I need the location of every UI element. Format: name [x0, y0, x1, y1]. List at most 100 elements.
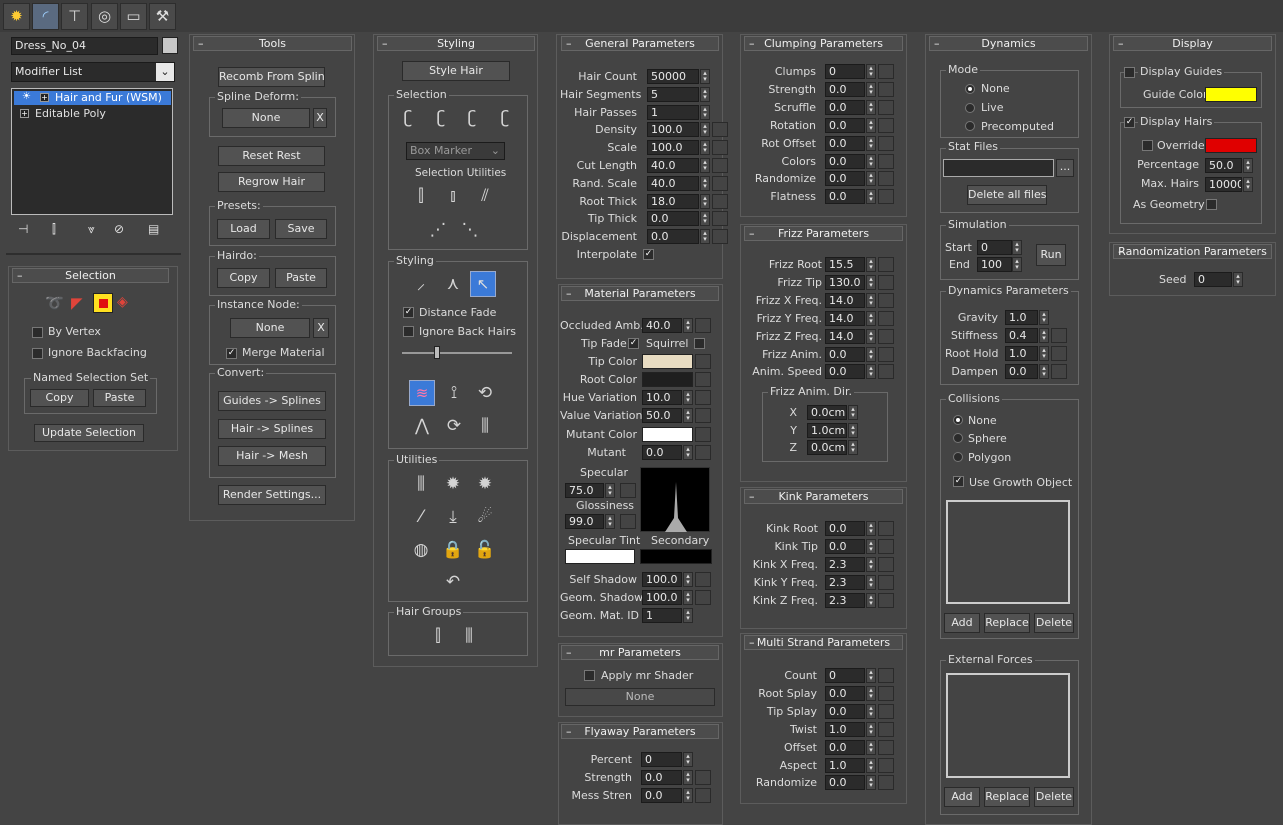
general-param-arrows[interactable]: ▴ ▾	[700, 122, 710, 138]
multi-strand-param-map-button[interactable]	[878, 775, 894, 791]
general-param-arrows[interactable]: ▴ ▾	[700, 104, 710, 120]
clumping-param-spinner[interactable]: 0.0	[825, 99, 865, 115]
dynamics-param-spinner[interactable]: 0.4	[1005, 328, 1038, 343]
squirrel-checkbox[interactable]	[694, 338, 705, 349]
instance-node-clear-button[interactable]: X	[313, 318, 329, 338]
general-param-spinner[interactable]: 0.0	[647, 211, 699, 227]
by-vertex-checkbox[interactable]	[32, 327, 43, 338]
frizz-param-arrows[interactable]: ▴ ▾	[866, 274, 876, 290]
toggle-collisions-icon[interactable]: ⁄	[408, 504, 434, 530]
multi-strand-param-arrows[interactable]: ▴ ▾	[866, 775, 876, 791]
general-param-map-button[interactable]	[712, 175, 728, 191]
clumping-param-spinner[interactable]: 0.0	[825, 153, 865, 169]
general-param-arrows[interactable]: ▴ ▾	[700, 69, 710, 84]
kink-param-arrows[interactable]: ▴ ▾	[866, 539, 876, 554]
frizz-param-spinner[interactable]: 14.0	[825, 310, 865, 326]
frizz-param-map-button[interactable]	[878, 310, 894, 326]
show-end-result-icon[interactable]: ⫿	[52, 222, 56, 237]
apply-mr-shader-checkbox[interactable]	[584, 670, 595, 681]
general-param-spinner[interactable]: 1	[647, 104, 699, 120]
mode-none-radio[interactable]	[965, 84, 975, 94]
kink-param-arrows[interactable]: ▴ ▾	[866, 593, 876, 608]
stack-item-editable-poly[interactable]: + Editable Poly	[14, 107, 171, 121]
mode-precomputed-radio[interactable]	[965, 121, 975, 131]
self-shadow-spinner[interactable]: 100.0	[642, 572, 682, 587]
glossiness-arrows[interactable]: ▴ ▾	[605, 514, 615, 529]
select-whole-guide-icon[interactable]: ʗ	[428, 105, 454, 131]
end-frame-spinner[interactable]: 100	[977, 257, 1012, 272]
value-variation-arrows[interactable]: ▴ ▾	[683, 408, 693, 423]
attenuate-icon[interactable]: ⫼	[408, 471, 434, 497]
clumping-param-map-button[interactable]	[878, 135, 894, 151]
remove-modifier-icon[interactable]: ⊘	[114, 222, 124, 236]
collision-add-button[interactable]: Add	[944, 613, 980, 633]
multi-strand-param-spinner[interactable]: 0.0	[825, 685, 865, 701]
dynamics-rollout-header[interactable]: – Dynamics	[929, 36, 1088, 51]
stack-item-hair-and-fur[interactable]: ☀ + Hair and Fur (WSM)	[14, 91, 171, 105]
general-param-map-button[interactable]	[712, 193, 728, 209]
secondary-swatch[interactable]	[640, 549, 712, 564]
kink-param-arrows[interactable]: ▴ ▾	[866, 575, 876, 590]
frizz-param-map-button[interactable]	[878, 346, 894, 362]
clumping-parameters-header[interactable]: – Clumping Parameters	[744, 36, 903, 51]
display-tab-icon[interactable]: ▭	[120, 3, 147, 30]
frizz-dir-spinner[interactable]: 0.0cm	[807, 405, 847, 420]
kink-param-map-button[interactable]	[878, 593, 894, 608]
rotate-icon[interactable]: ⟳	[441, 413, 467, 439]
frizz-param-arrows[interactable]: ▴ ▾	[866, 328, 876, 344]
guide-root-icon[interactable]	[93, 293, 113, 313]
override-color-swatch[interactable]	[1205, 138, 1257, 153]
multi-strand-param-spinner[interactable]: 0.0	[825, 703, 865, 719]
frizz-param-arrows[interactable]: ▴ ▾	[866, 310, 876, 326]
flyaway-param-map-button[interactable]	[695, 769, 711, 785]
lightbulb-icon[interactable]: ☀	[22, 91, 31, 102]
general-param-map-button[interactable]	[712, 229, 728, 245]
clumping-param-spinner[interactable]: 0.0	[825, 81, 865, 97]
multi-strand-param-map-button[interactable]	[878, 668, 894, 683]
multi-strand-param-spinner[interactable]: 0	[825, 668, 865, 683]
geom-shadow-spinner[interactable]: 100.0	[642, 590, 682, 605]
kink-param-spinner[interactable]: 2.3	[825, 575, 865, 590]
select-by-root-icon[interactable]: ʗ	[492, 105, 518, 131]
kink-param-spinner[interactable]: 0.0	[825, 521, 865, 536]
render-settings-button[interactable]: Render Settings...	[218, 485, 326, 505]
frizz-dir-arrows[interactable]: ▴ ▾	[848, 422, 858, 438]
flyaway-param-arrows[interactable]: ▴ ▾	[683, 752, 693, 767]
instance-node-none-button[interactable]: None	[230, 318, 310, 338]
hue-variation-arrows[interactable]: ▴ ▾	[683, 390, 693, 405]
show-hidden-icon[interactable]: ⋱	[457, 217, 483, 243]
root-color-swatch[interactable]	[642, 372, 693, 387]
reset-rest-button[interactable]: Reset Rest	[218, 146, 325, 166]
frizz-param-map-button[interactable]	[878, 274, 894, 290]
modifier-stack-list[interactable]: ☀ + Hair and Fur (WSM) + Editable Poly	[11, 88, 173, 215]
modify-tab-icon[interactable]: ◜	[32, 3, 59, 30]
style-hair-button[interactable]: Style Hair	[402, 61, 510, 81]
guide-color-swatch[interactable]	[1205, 87, 1257, 102]
clumping-param-arrows[interactable]: ▴ ▾	[866, 189, 876, 205]
frizz-dir-arrows[interactable]: ▴ ▾	[848, 405, 858, 420]
display-rollout-header[interactable]: – Display	[1113, 36, 1272, 51]
mr-parameters-header[interactable]: – mr Parameters	[561, 645, 719, 660]
multi-strand-param-arrows[interactable]: ▴ ▾	[866, 668, 876, 683]
stat-files-browse-button[interactable]: ...	[1056, 159, 1074, 177]
recomb-icon[interactable]: ☄	[472, 504, 498, 530]
hue-variation-spinner[interactable]: 10.0	[642, 390, 682, 405]
puff-roots-icon[interactable]: ⟲	[472, 380, 498, 406]
toggle-hair-icon[interactable]: ⤓	[440, 504, 466, 530]
general-parameters-header[interactable]: – General Parameters	[561, 36, 719, 51]
end-frame-arrows[interactable]: ▴ ▾	[1012, 257, 1022, 272]
collision-polygon-radio[interactable]	[953, 452, 963, 462]
clumping-param-spinner[interactable]: 0.0	[825, 189, 865, 205]
kink-param-map-button[interactable]	[878, 539, 894, 554]
max-hairs-arrows[interactable]: ▴ ▾	[1243, 177, 1253, 192]
flyaway-param-arrows[interactable]: ▴ ▾	[683, 787, 693, 803]
mutant-spinner[interactable]: 0.0	[642, 445, 682, 460]
frizz-param-arrows[interactable]: ▴ ▾	[866, 346, 876, 362]
merge-hair-group-icon[interactable]: ⫼	[456, 623, 482, 649]
clumping-param-arrows[interactable]: ▴ ▾	[866, 171, 876, 187]
material-parameters-header[interactable]: – Material Parameters	[561, 286, 719, 301]
dynamics-param-arrows[interactable]: ▴ ▾	[1039, 328, 1049, 343]
override-checkbox[interactable]	[1142, 140, 1153, 151]
object-color-swatch[interactable]	[162, 37, 178, 54]
dynamics-param-arrows[interactable]: ▴ ▾	[1039, 310, 1049, 325]
